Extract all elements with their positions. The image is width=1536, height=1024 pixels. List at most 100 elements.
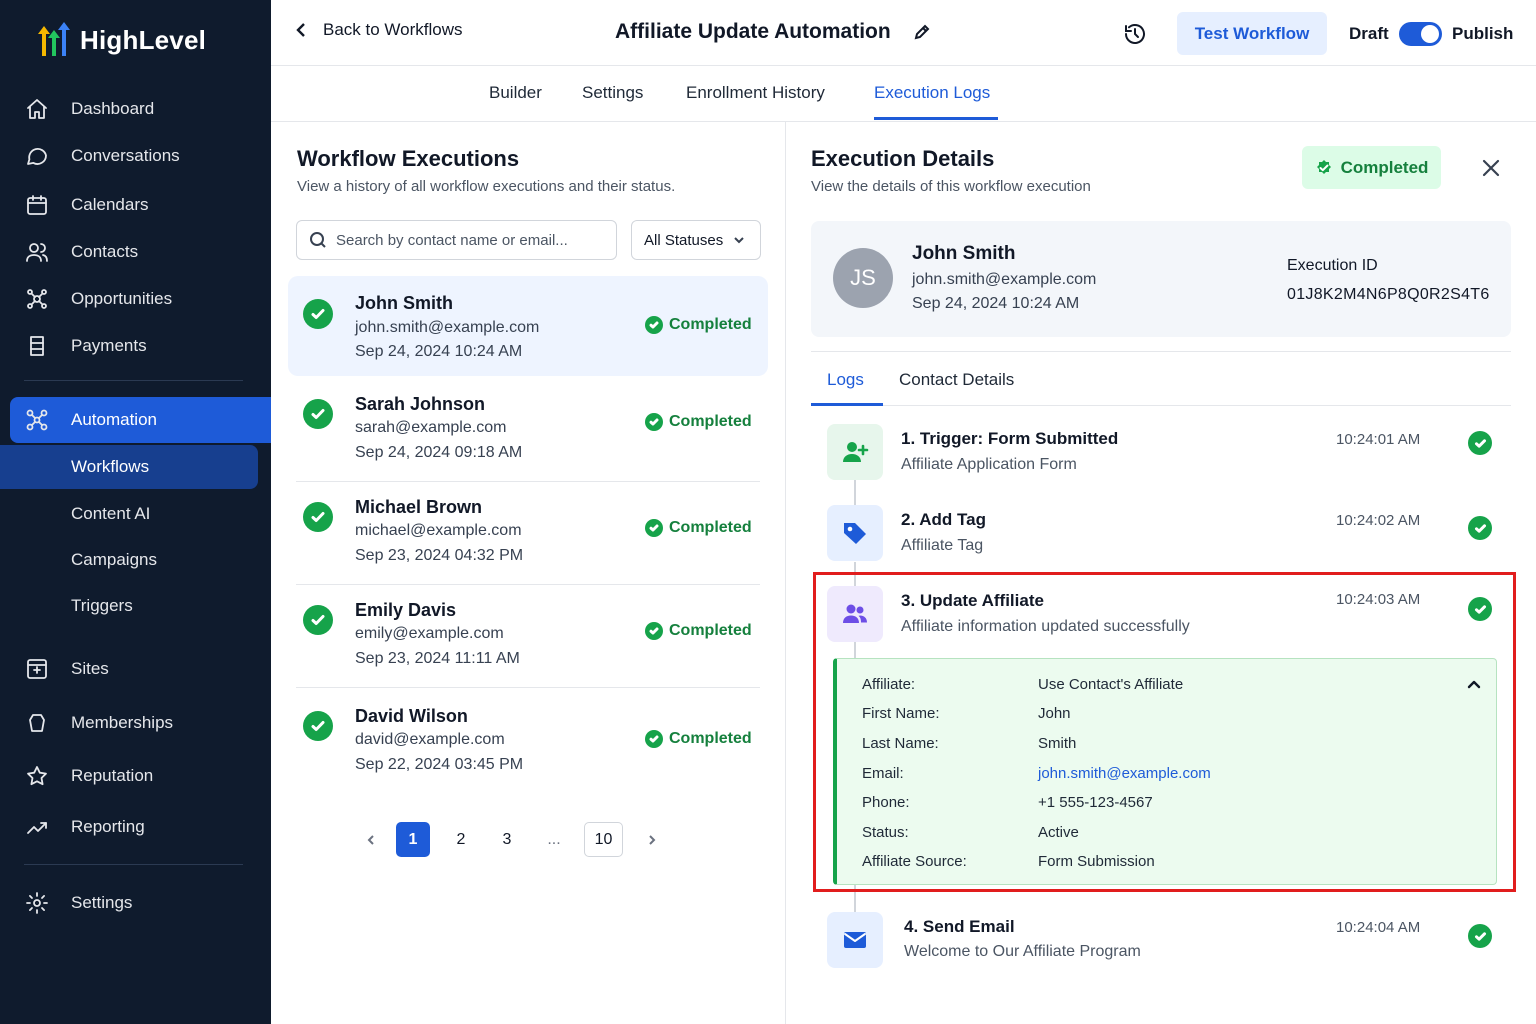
sidebar-item-payments[interactable]: Payments (10, 323, 271, 369)
history-icon[interactable] (1123, 22, 1147, 46)
execution-date: Sep 23, 2024 11:11 AM (355, 650, 520, 667)
execution-status-label: Completed (669, 622, 752, 639)
sidebar-item-memberships[interactable]: Memberships (10, 700, 271, 746)
sidebar-item-automation[interactable]: Automation (10, 397, 271, 443)
execution-status: Completed (645, 519, 752, 537)
detail-value: +1 555-123-4567 (1038, 794, 1153, 811)
chevron-up-icon[interactable] (1466, 677, 1482, 693)
active-tab-indicator (874, 117, 998, 120)
execution-row[interactable]: Michael Brown michael@example.com Sep 23… (288, 482, 768, 585)
tab-enrollment-history[interactable]: Enrollment History (686, 83, 825, 103)
back-to-workflows-link[interactable]: Back to Workflows (293, 20, 463, 40)
execution-contact-name: Michael Brown (355, 497, 483, 517)
prev-page-button[interactable] (361, 822, 381, 857)
step-title: 4. Send Email (904, 917, 1015, 936)
sidebar-subitem-triggers[interactable]: Triggers (0, 584, 258, 628)
details-title: Execution Details (811, 146, 995, 171)
execution-row[interactable]: John Smith john.smith@example.com Sep 24… (288, 276, 768, 376)
check-circle-icon (1468, 597, 1492, 621)
detail-key: First Name: (862, 705, 940, 722)
sidebar-item-calendars[interactable]: Calendars (10, 182, 271, 228)
tag-icon (827, 505, 883, 561)
search-input[interactable] (336, 231, 606, 249)
execution-contact-name: David Wilson (355, 706, 468, 726)
contact-date: Sep 24, 2024 10:24 AM (912, 295, 1080, 312)
execution-date: Sep 24, 2024 10:24 AM (355, 343, 523, 360)
close-icon[interactable] (1481, 158, 1501, 178)
sidebar-item-sites[interactable]: Sites (10, 646, 271, 692)
sidebar-item-dashboard[interactable]: Dashboard (10, 86, 271, 132)
sidebar-subitem-campaigns[interactable]: Campaigns (0, 538, 258, 582)
workflow-header: Back to Workflows Affiliate Update Autom… (271, 0, 1536, 66)
membership-icon (24, 710, 50, 736)
step-time: 10:24:04 AM (1336, 919, 1421, 936)
chart-line-icon (24, 814, 50, 840)
check-circle-icon (303, 502, 333, 532)
check-circle-icon (303, 399, 333, 429)
row-divider (296, 687, 760, 688)
toggle-knob (1421, 25, 1439, 43)
page-button-3[interactable]: 3 (495, 822, 519, 857)
publish-toggle[interactable] (1399, 22, 1442, 46)
page-button-2[interactable]: 2 (449, 822, 473, 857)
tab-builder[interactable]: Builder (489, 83, 542, 103)
status-filter-select[interactable]: All Statuses (631, 220, 761, 260)
workflow-title: Affiliate Update Automation (615, 20, 931, 44)
pencil-icon[interactable] (913, 23, 931, 41)
detail-key: Last Name: (862, 735, 939, 752)
status-badge-label: Completed (1340, 157, 1429, 177)
page-button-10[interactable]: 10 (584, 822, 623, 857)
detail-key: Affiliate Source: (862, 853, 967, 870)
detail-key: Email: (862, 765, 904, 782)
execution-row[interactable]: Sarah Johnson sarah@example.com Sep 24, … (288, 379, 768, 482)
sidebar-item-contacts[interactable]: Contacts (10, 229, 271, 275)
execution-row[interactable]: Emily Davis emily@example.com Sep 23, 20… (288, 585, 768, 688)
check-circle-icon (645, 622, 663, 640)
execution-id-label: Execution ID (1287, 257, 1378, 274)
sidebar-divider (24, 380, 243, 381)
tab-execution-logs[interactable]: Execution Logs (874, 83, 990, 103)
chevron-left-icon (367, 834, 374, 845)
tab-settings[interactable]: Settings (582, 83, 643, 103)
mail-icon (827, 912, 883, 968)
step-subtitle: Affiliate Tag (901, 537, 984, 554)
sidebar-subitem-workflows[interactable]: Workflows (0, 445, 258, 489)
highlevel-logo-icon (38, 22, 70, 56)
check-circle-icon (1468, 924, 1492, 948)
execution-contact-name: Sarah Johnson (355, 394, 486, 414)
sidebar: HighLevel Dashboard Conversations Calend… (0, 0, 271, 1024)
sidebar-item-settings[interactable]: Settings (10, 880, 271, 926)
execution-status: Completed (645, 622, 752, 640)
update-affiliate-details: Affiliate: Use Contact's Affiliate First… (833, 658, 1497, 885)
step-time: 10:24:03 AM (1336, 591, 1421, 608)
page-button-1[interactable]: 1 (396, 822, 430, 857)
execution-status-label: Completed (669, 316, 752, 333)
test-workflow-button[interactable]: Test Workflow (1177, 12, 1327, 55)
sidebar-subitem-content-ai[interactable]: Content AI (0, 492, 258, 536)
check-circle-icon (645, 413, 663, 431)
sidebar-item-opportunities[interactable]: Opportunities (10, 276, 271, 322)
user-plus-icon (827, 424, 883, 480)
execution-status-label: Completed (669, 519, 752, 536)
users-icon (24, 239, 50, 265)
tab-logs[interactable]: Logs (827, 370, 864, 390)
execution-id-value: 01J8K2M4N6P8Q0R2S4T6 (1287, 286, 1490, 303)
back-label: Back to Workflows (323, 20, 463, 39)
check-circle-icon (303, 605, 333, 635)
sidebar-item-conversations[interactable]: Conversations (10, 133, 271, 179)
contact-name: John Smith (912, 243, 1016, 264)
tab-contact-details[interactable]: Contact Details (899, 370, 1014, 390)
gear-icon (24, 890, 50, 916)
executions-panel: Workflow Executions View a history of al… (271, 122, 786, 1024)
execution-row[interactable]: David Wilson david@example.com Sep 22, 2… (288, 689, 768, 789)
brand-logo[interactable]: HighLevel (34, 20, 206, 60)
detail-value-email-link[interactable]: john.smith@example.com (1038, 765, 1211, 782)
sidebar-item-reporting[interactable]: Reporting (10, 804, 271, 850)
next-page-button[interactable] (642, 822, 662, 857)
sidebar-item-label: Contacts (71, 242, 139, 261)
calendar-icon (24, 192, 50, 218)
execution-status-label: Completed (669, 730, 752, 747)
sidebar-divider (24, 864, 243, 865)
sidebar-item-reputation[interactable]: Reputation (10, 753, 271, 799)
execution-status-label: Completed (669, 413, 752, 430)
